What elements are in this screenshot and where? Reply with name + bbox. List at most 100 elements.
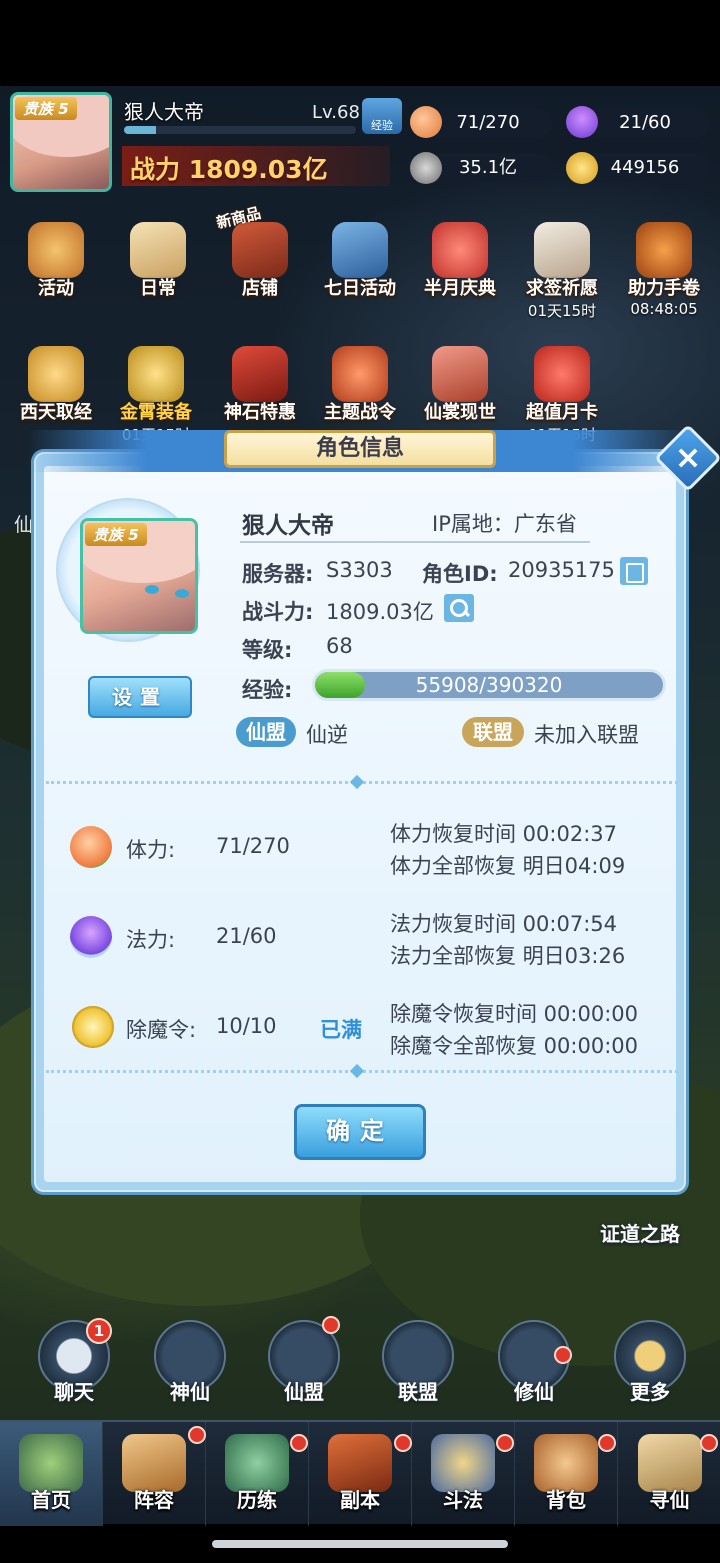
- copy-icon[interactable]: [620, 557, 648, 585]
- power-value: 1809.03亿: [326, 600, 434, 624]
- name-underline: [240, 541, 590, 543]
- full-status-label: 已满: [320, 1018, 362, 1042]
- activity-battle-pass[interactable]: 主题战令: [310, 346, 410, 424]
- search-icon[interactable]: [444, 594, 474, 622]
- mana-full-recover: 法力全部恢复 明日03:26: [390, 944, 626, 968]
- activity-timer: 08:48:05: [630, 300, 698, 318]
- mana-value: 21/60: [216, 924, 277, 948]
- role-avatar: 贵族 5: [80, 518, 198, 634]
- exp-label: 经验:: [242, 678, 293, 702]
- festival-icon: [432, 222, 488, 278]
- armor-icon: [128, 346, 184, 402]
- player-name: 狠人大帝: [124, 100, 204, 124]
- more-button[interactable]: 更多: [612, 1320, 688, 1404]
- nav-home[interactable]: 首页: [0, 1422, 103, 1526]
- notification-dot: [394, 1434, 412, 1452]
- activity-handbook[interactable]: 助力手卷 08:48:05: [614, 222, 714, 318]
- activity-daily[interactable]: 日常: [108, 222, 208, 300]
- activity-seven-day[interactable]: 七日活动: [310, 222, 410, 300]
- confirm-button[interactable]: 确定: [294, 1104, 426, 1160]
- calendar-icon: [332, 222, 388, 278]
- combat-power-value: 战力 1809.03亿: [130, 155, 328, 184]
- stamina-full-recover: 体力全部恢复 明日04:09: [390, 854, 626, 878]
- dialog-title: 角色信息: [224, 430, 496, 468]
- scroll-icon: [130, 222, 186, 278]
- lantern-icon: [28, 222, 84, 278]
- alliance-value: 未加入联盟: [534, 723, 639, 747]
- activity-events[interactable]: 活动: [6, 222, 106, 300]
- ip-location: IP属地：广东省: [432, 512, 577, 536]
- stamina-counter[interactable]: 71/270: [424, 108, 552, 138]
- chat-unread-badge: 1: [86, 1318, 112, 1344]
- mana-recover-time: 法力恢复时间 00:07:54: [390, 912, 617, 936]
- hud-exp-bar: [124, 126, 356, 134]
- notification-dot: [554, 1346, 572, 1364]
- gold-counter[interactable]: 449156: [580, 153, 710, 183]
- silver-counter[interactable]: 35.1亿: [424, 153, 552, 183]
- role-id-label: 角色ID:: [422, 562, 498, 586]
- gold-ingot-icon: [566, 152, 598, 184]
- notification-dot: [322, 1316, 340, 1334]
- demon-token-recover-time: 除魔令恢复时间 00:00:00: [390, 1002, 638, 1026]
- level-label: 等级:: [242, 638, 293, 662]
- silver-coin-icon: [410, 152, 442, 184]
- section-divider: [46, 774, 678, 790]
- server-label: 服务器:: [242, 562, 314, 586]
- exp-boost-button[interactable]: 经验: [362, 98, 402, 134]
- treasure-chest-icon: [232, 346, 288, 402]
- mana-label: 法力:: [126, 928, 176, 952]
- stamina-value: 71/270: [216, 834, 290, 858]
- handbook-icon: [636, 222, 692, 278]
- demon-token-label: 除魔令:: [126, 1018, 197, 1042]
- stamina-label: 体力:: [126, 838, 176, 862]
- home-indicator[interactable]: [212, 1540, 508, 1548]
- noble-badge: 贵族 5: [85, 523, 147, 546]
- fan-icon: [332, 346, 388, 402]
- peach-icon: [410, 106, 442, 138]
- notification-dot: [598, 1434, 616, 1452]
- activity-half-month[interactable]: 半月庆典: [410, 222, 510, 300]
- notification-dot: [188, 1426, 206, 1444]
- mana-counter[interactable]: 21/60: [580, 108, 710, 138]
- stamina-recover-time: 体力恢复时间 00:02:37: [390, 822, 617, 846]
- mana-flame-icon: [566, 106, 598, 138]
- player-avatar[interactable]: 贵族 5: [10, 92, 112, 192]
- server-value: S3303: [326, 558, 393, 582]
- alliance-button[interactable]: 联盟: [380, 1320, 456, 1404]
- path-of-dao-label[interactable]: 证道之路: [600, 1218, 680, 1247]
- notification-dot: [290, 1434, 308, 1452]
- monthly-card-icon: [534, 346, 590, 402]
- flame-icon: [70, 916, 112, 958]
- demon-token-value: 10/10: [216, 1014, 277, 1038]
- power-label: 战斗力:: [242, 600, 314, 624]
- activity-stone-deal[interactable]: 神石特惠: [210, 346, 310, 424]
- notification-dot: [700, 1434, 718, 1452]
- shop-icon: [232, 222, 288, 278]
- token-icon: [72, 1006, 114, 1048]
- player-level: Lv.68: [312, 102, 360, 123]
- wish-tablet-icon: [534, 222, 590, 278]
- level-value: 68: [326, 634, 353, 658]
- activity-journey-west[interactable]: 西天取经: [6, 346, 106, 424]
- peach-icon: [70, 826, 112, 868]
- immortals-button[interactable]: 神仙: [152, 1320, 228, 1404]
- sect-value[interactable]: 仙逆: [306, 719, 348, 749]
- activity-shop[interactable]: 店铺: [210, 222, 310, 300]
- close-icon: ×: [674, 438, 702, 476]
- exp-progress-bar: 55908/390320: [312, 669, 666, 701]
- activity-costume[interactable]: 仙裳现世: [410, 346, 510, 424]
- settings-button[interactable]: 设置: [88, 676, 192, 718]
- section-divider: [46, 1063, 678, 1079]
- role-name: 狠人大帝: [242, 513, 334, 539]
- activity-timer: 01天15时: [527, 302, 597, 320]
- notification-dot: [496, 1434, 514, 1452]
- demon-token-full-recover: 除魔令全部恢复 00:00:00: [390, 1034, 638, 1058]
- costume-icon: [432, 346, 488, 402]
- journey-icon: [28, 346, 84, 402]
- combat-power-banner: 战力 1809.03亿: [122, 146, 390, 186]
- sect-tag: 仙盟: [236, 717, 296, 747]
- activity-wish[interactable]: 求签祈愿 01天15时: [512, 222, 612, 321]
- noble-badge: 贵族 5: [15, 97, 77, 120]
- exp-text: 55908/390320: [415, 673, 563, 697]
- alliance-tag: 联盟: [462, 717, 524, 747]
